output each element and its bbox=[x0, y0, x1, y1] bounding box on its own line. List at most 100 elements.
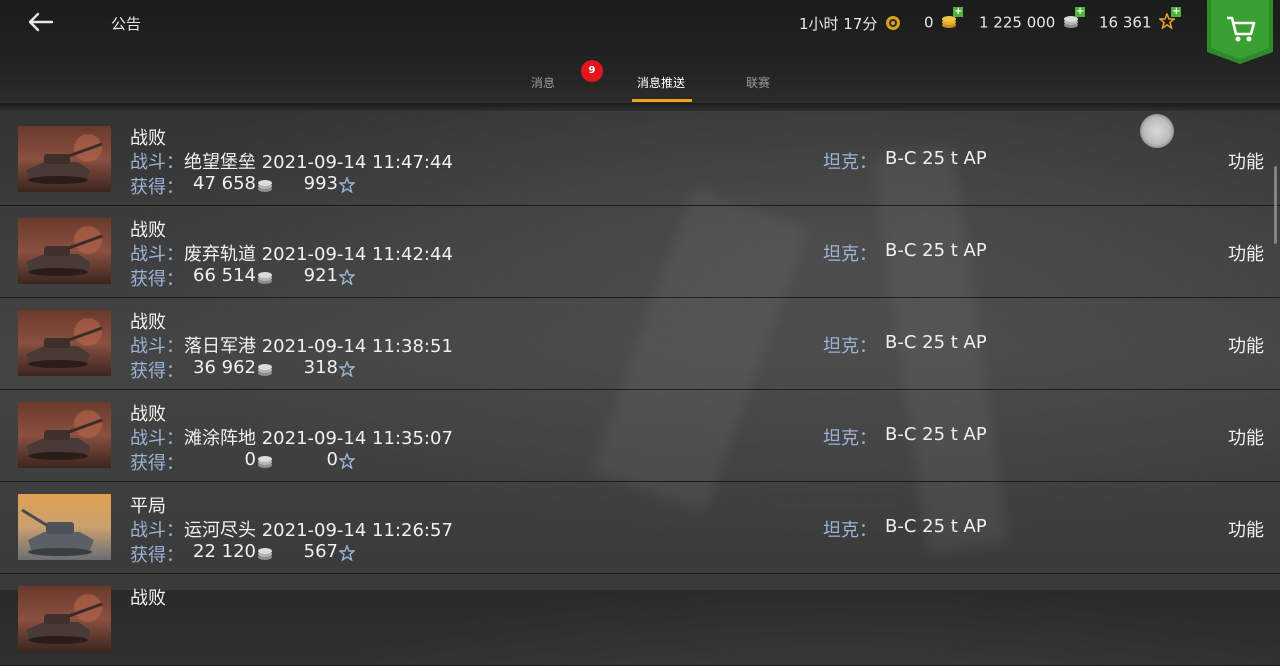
earned-xp: 0 bbox=[326, 449, 338, 470]
battle-result-row[interactable]: 战败 战斗：落日军港 2021-09-14 11:38:51 获得： 36 962 31… bbox=[0, 297, 1280, 390]
tank-thumbnail bbox=[18, 218, 111, 284]
battle-map-time: 废弃轨道 2021-09-14 11:42:44 bbox=[184, 244, 453, 265]
battle-result-row[interactable]: 战败 战斗：绝望堡垒 2021-09-14 11:47:44 获得： 47 658 99… bbox=[0, 113, 1280, 206]
gold-coin-icon: + bbox=[941, 7, 964, 33]
battle-outcome: 战败 bbox=[130, 220, 166, 241]
battle-info: 战斗：滩涂阵地 2021-09-14 11:35:07 bbox=[130, 424, 453, 450]
tank-name: B-C 25 t AP bbox=[885, 332, 987, 353]
active-tab-indicator bbox=[632, 99, 692, 102]
earned-xp: 921 bbox=[303, 265, 338, 286]
back-button[interactable] bbox=[24, 8, 58, 38]
tank-name: B-C 25 t AP bbox=[885, 516, 987, 537]
battle-result-row[interactable]: 平局 战斗：运河尽头 2021-09-14 11:26:57 获得： 22 120 56… bbox=[0, 481, 1280, 574]
earned-label: 获得： bbox=[130, 545, 184, 566]
earned-xp: 993 bbox=[303, 173, 338, 194]
add-silver-icon[interactable]: + bbox=[1075, 7, 1086, 17]
back-arrow-icon bbox=[28, 12, 54, 32]
xp-star-icon bbox=[338, 544, 356, 565]
defeat-tank-thumbnail-icon bbox=[18, 402, 111, 468]
battle-result-row[interactable]: 战败 bbox=[0, 573, 1280, 666]
earned-label: 获得： bbox=[130, 361, 184, 382]
battle-outcome: 战败 bbox=[130, 128, 166, 149]
free-xp-value: 16 361 bbox=[1099, 13, 1152, 32]
silver-coin-icon bbox=[257, 269, 273, 289]
premium-timer[interactable]: 1小时 17分 bbox=[799, 13, 901, 35]
premium-timer-text: 1小时 17分 bbox=[799, 15, 878, 33]
tank-name: B-C 25 t AP bbox=[885, 148, 987, 169]
xp-star-icon bbox=[338, 176, 356, 197]
battle-label: 战斗： bbox=[130, 336, 184, 357]
battle-map-time: 绝望堡垒 2021-09-14 11:47:44 bbox=[184, 152, 453, 173]
earned-label: 获得： bbox=[130, 177, 184, 198]
draw-tank-thumbnail-icon bbox=[18, 494, 111, 560]
tab-messages[interactable]: 消息 bbox=[531, 74, 555, 91]
tank-name: B-C 25 t AP bbox=[885, 424, 987, 445]
battle-outcome: 平局 bbox=[130, 496, 166, 517]
earned-xp: 567 bbox=[303, 541, 338, 562]
earned-label: 获得： bbox=[130, 269, 184, 290]
page-title: 公告 bbox=[111, 15, 142, 33]
free-xp-star-icon: + bbox=[1158, 7, 1182, 33]
premium-icon bbox=[885, 15, 901, 35]
function-button[interactable]: 功能 bbox=[1228, 332, 1264, 358]
battle-outcome: 战败 bbox=[130, 404, 166, 425]
tank-thumbnail bbox=[18, 586, 111, 652]
silver-coin-icon: + bbox=[1063, 7, 1086, 33]
tank-label: 坦克： bbox=[823, 520, 877, 541]
battle-outcome: 战败 bbox=[130, 312, 166, 333]
battle-label: 战斗： bbox=[130, 520, 184, 541]
shop-button[interactable] bbox=[1207, 0, 1273, 64]
silver-value: 1 225 000 bbox=[979, 13, 1056, 32]
defeat-tank-thumbnail-icon bbox=[18, 310, 111, 376]
tank-name: B-C 25 t AP bbox=[885, 240, 987, 261]
tank-label: 坦克： bbox=[823, 152, 877, 173]
earned-silver: 36 962 bbox=[193, 357, 256, 378]
battle-result-row[interactable]: 战败 战斗：滩涂阵地 2021-09-14 11:35:07 获得： 0 0 坦克： B-C… bbox=[0, 389, 1280, 482]
battle-info: 战斗：运河尽头 2021-09-14 11:26:57 bbox=[130, 516, 453, 542]
gold-balance[interactable]: 0 + bbox=[924, 7, 964, 33]
battle-label: 战斗： bbox=[130, 244, 184, 265]
header-divider bbox=[0, 103, 1280, 111]
tank-label: 坦克： bbox=[823, 336, 877, 357]
earned-silver: 47 658 bbox=[193, 173, 256, 194]
notification-badge: 9 bbox=[581, 60, 603, 82]
earned-label: 获得： bbox=[130, 453, 184, 474]
battle-result-row[interactable]: 战败战斗：废弃轨道 2021-09-14 11:42:44 获得： 66 514 92… bbox=[0, 205, 1280, 298]
function-button[interactable]: 功能 bbox=[1228, 424, 1264, 450]
battle-map-time: 滩涂阵地 2021-09-14 11:35:07 bbox=[184, 428, 453, 449]
tank-thumbnail bbox=[18, 126, 111, 192]
defeat-tank-thumbnail-icon bbox=[18, 586, 111, 652]
tank-thumbnail bbox=[18, 310, 111, 376]
xp-star-icon bbox=[338, 360, 356, 381]
tank-label: 坦克： bbox=[823, 428, 877, 449]
free-xp-balance[interactable]: 16 361 + bbox=[1099, 7, 1182, 33]
add-gold-icon[interactable]: + bbox=[953, 7, 964, 17]
silver-coin-icon bbox=[257, 545, 273, 565]
top-bar: 公告 1小时 17分 0 + 1 225 000 + 16 361 + 消息 9… bbox=[0, 0, 1280, 104]
xp-star-icon bbox=[338, 268, 356, 289]
add-free-xp-icon[interactable]: + bbox=[1171, 7, 1182, 17]
defeat-tank-thumbnail-icon bbox=[18, 126, 111, 192]
battle-map-time: 运河尽头 2021-09-14 11:26:57 bbox=[184, 520, 453, 541]
earned-silver: 22 120 bbox=[193, 541, 256, 562]
function-button[interactable]: 功能 bbox=[1228, 148, 1264, 174]
earned-xp: 318 bbox=[303, 357, 338, 378]
gold-value: 0 bbox=[924, 13, 934, 32]
earned-silver: 66 514 bbox=[193, 265, 256, 286]
function-button[interactable]: 功能 bbox=[1228, 240, 1264, 266]
function-button[interactable]: 功能 bbox=[1228, 516, 1264, 542]
silver-coin-icon bbox=[257, 361, 273, 381]
battle-label: 战斗： bbox=[130, 428, 184, 449]
battle-outcome: 战败 bbox=[130, 588, 166, 609]
tab-league[interactable]: 联赛 bbox=[746, 74, 770, 91]
floating-touch-indicator bbox=[1140, 114, 1174, 148]
tab-push-messages[interactable]: 消息推送 bbox=[637, 74, 685, 91]
tank-thumbnail bbox=[18, 402, 111, 468]
silver-balance[interactable]: 1 225 000 + bbox=[979, 7, 1086, 33]
tank-label: 坦克： bbox=[823, 244, 877, 265]
defeat-tank-thumbnail-icon bbox=[18, 218, 111, 284]
tank-thumbnail bbox=[18, 494, 111, 560]
scrollbar[interactable] bbox=[1274, 166, 1277, 244]
xp-star-icon bbox=[338, 452, 356, 473]
battle-info: 战斗：落日军港 2021-09-14 11:38:51 bbox=[130, 332, 453, 358]
